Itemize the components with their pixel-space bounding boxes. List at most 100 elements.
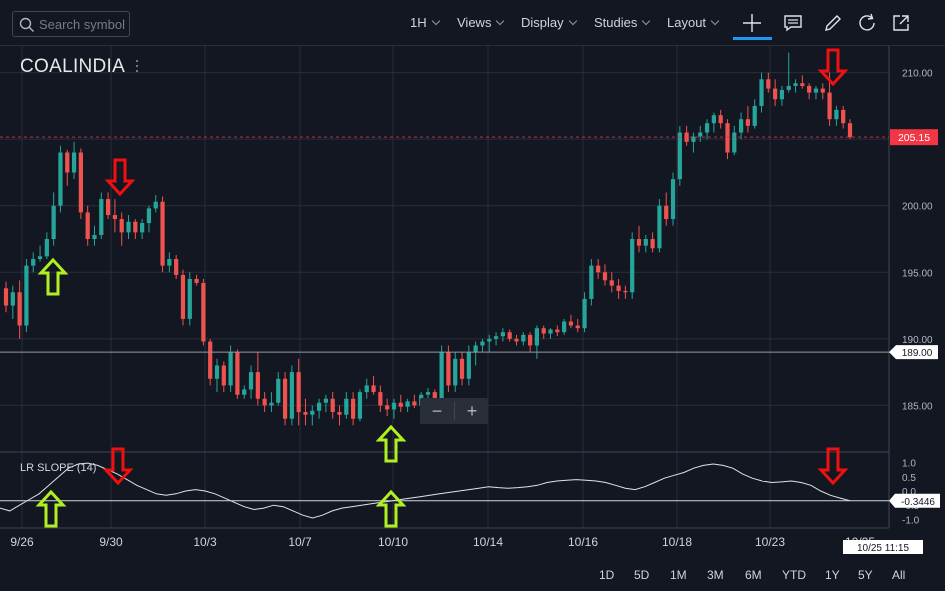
search-box[interactable] [12,11,130,37]
studies-dropdown[interactable]: Studies [594,15,651,30]
range-3m[interactable]: 3M [707,568,724,582]
candle-body [214,365,220,379]
reset-icon[interactable] [856,12,878,34]
candle-body [439,352,444,399]
range-all[interactable]: All [892,568,905,582]
sell-arrow-icon [102,447,134,486]
display-dropdown[interactable]: Display [521,15,577,30]
comment-icon[interactable] [782,12,804,34]
candle-body [201,282,206,342]
candle-body [208,341,213,379]
zoom-in-button[interactable]: + [455,398,489,424]
chevron-down-icon [642,16,651,26]
candle-body [630,239,635,293]
candle-body [841,109,846,124]
slope-y-tick-label: -1.0 [902,515,920,526]
candle-body [752,105,757,126]
candle-body [351,398,356,419]
layout-dropdown[interactable]: Layout [667,15,720,30]
studies-label: Studies [594,15,638,30]
candle-body [71,152,77,173]
interval-dropdown[interactable]: 1H [410,15,440,30]
crosshair-icon[interactable] [741,12,763,34]
candle-body [405,401,410,407]
candle-body [296,372,301,413]
chevron-down-icon [568,16,577,26]
slope-y-tick-label: 0.5 [902,473,916,484]
candle-body [459,358,465,379]
candle-body [568,321,574,326]
candle-body [725,123,730,153]
candle-body [99,199,104,236]
x-tick-label: 10/16 [568,535,598,549]
range-ytd[interactable]: YTD [782,568,806,582]
zoom-control: − + [420,398,488,424]
candle-body [133,221,138,233]
candle-body [711,115,716,124]
candle-body [521,334,526,342]
candle-body [378,392,383,406]
candle-body [337,412,342,415]
candle-body [813,88,819,93]
candle-body [670,179,676,220]
candle-body [589,265,594,299]
y-tick-label: 195.00 [902,268,933,279]
x-tick-label: 10/18 [662,535,692,549]
candle-body [738,119,744,133]
candle-body [316,402,322,411]
candle-body [140,223,145,233]
candle-body [105,199,111,216]
candle-body [466,352,471,379]
slope-y-tick-label: 1.0 [902,459,916,470]
candle-body [827,92,832,120]
candle-body [242,389,247,395]
display-label: Display [521,15,564,30]
candle-body [180,274,186,319]
candle-body [582,298,587,329]
price-series [0,52,889,426]
candle-body [174,258,179,275]
range-1d[interactable]: 1D [599,568,614,582]
range-5y[interactable]: 5Y [858,568,873,582]
range-5d[interactable]: 5D [634,568,649,582]
range-1m[interactable]: 1M [670,568,687,582]
candle-body [357,392,363,419]
candle-body [235,352,240,395]
symbol-menu-icon[interactable] [135,60,139,76]
chart-canvas[interactable]: LR SLOPE (14) 9/26 9/30 10/3 10/7 10/10 10/14… [0,46,945,591]
x-tick-label: 9/26 [10,535,34,549]
views-dropdown[interactable]: Views [457,15,505,30]
buy-arrow-icon [375,424,407,463]
x-tick-label: 10/7 [288,535,312,549]
search-input[interactable] [39,15,127,33]
candle-body [276,378,281,403]
crosshair-active-indicator [733,37,772,40]
chevron-down-icon [431,16,440,26]
symbol-title: COALINDIA [20,56,126,77]
candle-body [507,332,512,339]
chevron-down-icon [710,16,720,26]
candle-body [51,205,56,240]
annotation-arrows [35,48,849,528]
buy-arrow-icon [35,489,67,528]
candle-body [773,88,778,100]
popout-icon[interactable] [890,12,912,34]
candle-body [732,132,737,153]
range-6m[interactable]: 6M [745,568,762,582]
candle-body [24,265,29,326]
pencil-icon[interactable] [822,12,844,34]
candle-body [534,328,540,346]
candle-body [541,328,546,334]
candle-body [344,398,349,415]
candle-body [779,89,785,100]
candle-body [364,385,369,393]
candle-body [303,412,308,415]
range-1y[interactable]: 1Y [825,568,840,582]
candle-body [759,79,764,106]
zoom-out-button[interactable]: − [420,398,454,424]
candle-body [453,358,458,386]
candle-body [657,205,662,249]
candle-body [112,215,118,220]
candle-body [412,401,417,406]
candle-body [78,152,83,213]
